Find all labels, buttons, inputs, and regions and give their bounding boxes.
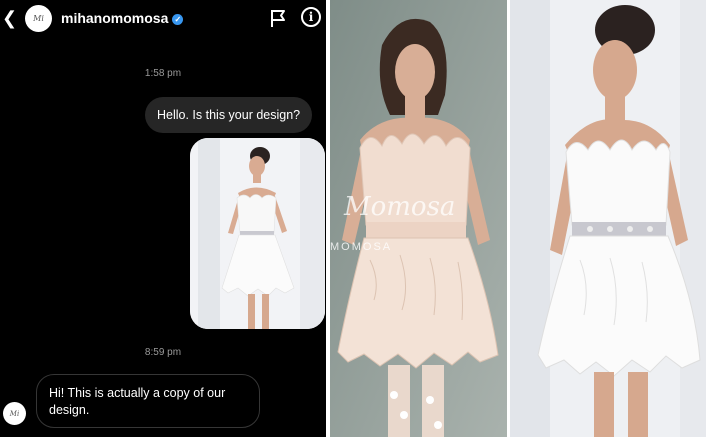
flag-icon[interactable] <box>268 8 288 28</box>
chevron-left-icon[interactable]: ❮ <box>2 8 17 29</box>
verified-badge-icon: ✓ <box>172 14 184 25</box>
model-photo-right <box>510 0 706 437</box>
avatar-initials: Mi <box>9 409 20 418</box>
shared-photo-message[interactable] <box>190 138 325 329</box>
dress-photo-thumbnail <box>190 138 325 329</box>
model-photo-graphic <box>510 0 706 437</box>
avatar-initials: Mi <box>33 14 44 23</box>
chat-header: ❮ Mi mihanomomosa ✓ i <box>0 0 326 38</box>
incoming-message-bubble[interactable]: Hi! This is actually a copy of our desig… <box>36 374 260 428</box>
username-label: mihanomomosa <box>61 10 169 26</box>
timestamp: 1:58 pm <box>144 68 182 79</box>
info-glyph: i <box>308 10 314 24</box>
outgoing-message-bubble[interactable]: Hello. Is this your design? <box>145 97 313 133</box>
watermark-script: Momosa <box>343 192 455 222</box>
watermark-caps: MOMOSA <box>330 241 392 253</box>
avatar[interactable]: Mi <box>25 5 52 32</box>
model-photo-left: Momosa MOMOSA <box>330 0 507 437</box>
chat-panel: ❮ Mi mihanomomosa ✓ i 1:58 pm Hello. Is t… <box>0 0 326 437</box>
timestamp: 8:59 pm <box>144 347 182 358</box>
username[interactable]: mihanomomosa ✓ <box>61 10 184 26</box>
model-photo-graphic: Momosa MOMOSA <box>330 0 507 437</box>
info-icon[interactable]: i <box>301 7 321 27</box>
sender-avatar[interactable]: Mi <box>3 402 26 425</box>
